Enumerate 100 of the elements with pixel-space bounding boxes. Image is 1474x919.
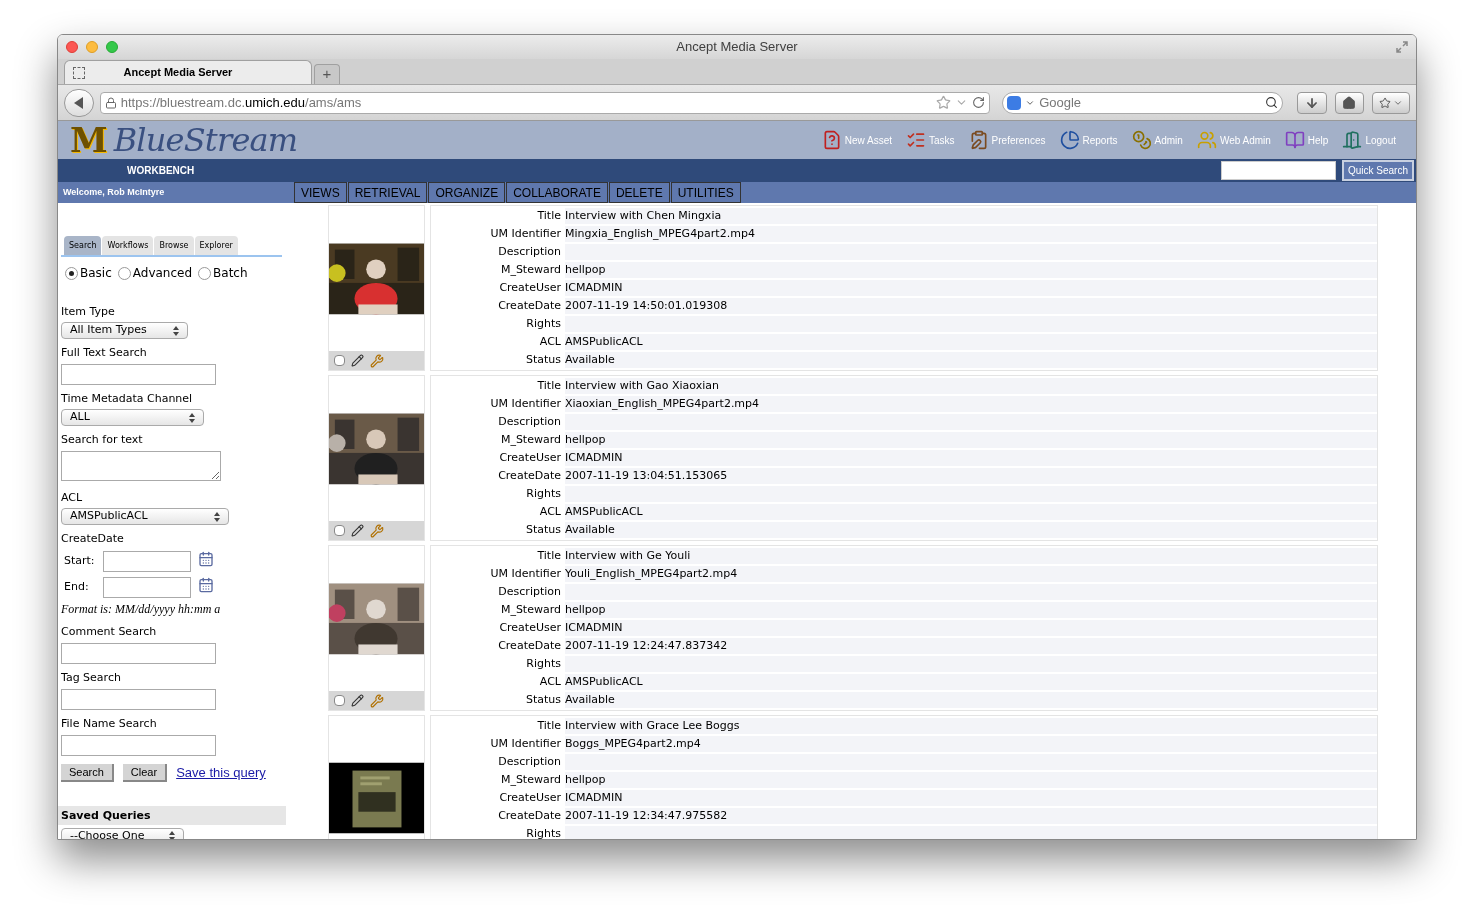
menu-tab[interactable]: ORGANIZE: [428, 182, 506, 203]
minimize-window-button[interactable]: [86, 41, 98, 53]
address-field[interactable]: https://bluestream.dc.umich.edu/ams/ams: [99, 91, 991, 114]
chart-icon: [1059, 130, 1080, 150]
fullscreen-icon[interactable]: [1396, 41, 1408, 53]
new-tab-button[interactable]: +: [314, 64, 340, 84]
dropdown[interactable]: ALL: [61, 409, 204, 426]
quick-search-field[interactable]: [1220, 161, 1336, 180]
metadata-value: hellpop: [565, 262, 1377, 278]
panel-tab[interactable]: Workflows: [102, 236, 154, 255]
text-field[interactable]: [61, 364, 216, 385]
text-field[interactable]: [61, 689, 216, 710]
menu-tab[interactable]: UTILITIES: [670, 182, 741, 203]
form-button[interactable]: Search: [61, 763, 114, 782]
dropdown[interactable]: AMSPublicACL: [61, 508, 229, 525]
quick-search-button[interactable]: Quick Search: [1341, 160, 1414, 181]
search-icon[interactable]: [1264, 96, 1278, 109]
download-icon: [1304, 95, 1319, 110]
panel-tab[interactable]: Explorer: [194, 236, 238, 255]
calendar-icon[interactable]: [198, 550, 214, 567]
zoom-window-button[interactable]: [106, 41, 118, 53]
pencil-icon[interactable]: [351, 524, 364, 537]
text-area[interactable]: [61, 451, 221, 481]
save-query-link[interactable]: Save this query: [176, 763, 266, 783]
logo-text: BlueStream: [113, 124, 298, 156]
metadata-label: Description: [497, 413, 562, 430]
metadata-label: Rights: [525, 315, 562, 332]
date-label: End:: [63, 579, 90, 596]
panel-tab[interactable]: Browse: [154, 236, 194, 255]
panel-tab[interactable]: Search: [64, 236, 102, 255]
checklist-icon: [906, 130, 926, 150]
metadata-value: Available: [565, 352, 1377, 368]
pencil-icon[interactable]: [351, 694, 364, 707]
metadata-label: M_Steward: [499, 601, 562, 618]
browser-tab[interactable]: Ancept Media Server: [64, 60, 312, 84]
wrench-icon[interactable]: [370, 353, 384, 368]
bookmarks-button[interactable]: [1372, 91, 1410, 114]
radio-button[interactable]: [117, 266, 131, 280]
close-window-button[interactable]: [66, 41, 78, 53]
metadata-value: ICMADMIN: [565, 450, 1377, 466]
metadata-label: M_Steward: [499, 431, 562, 448]
updown-arrows-icon: [173, 325, 179, 336]
metadata-value: Boggs_MPEG4part2.mp4: [565, 736, 1377, 752]
menu-tab[interactable]: DELETE: [608, 182, 670, 203]
date-field[interactable]: [103, 577, 191, 598]
calendar-icon[interactable]: [198, 576, 214, 593]
download-button[interactable]: [1296, 91, 1327, 114]
date-field[interactable]: [103, 551, 191, 572]
star-icon[interactable]: [936, 95, 952, 110]
radio-button[interactable]: [198, 266, 212, 280]
search-field[interactable]: Google: [1002, 91, 1283, 114]
door-icon: [1342, 130, 1363, 150]
select-checkbox[interactable]: [334, 695, 345, 706]
metadata-label: CreateUser: [498, 619, 562, 636]
metadata-value: hellpop: [565, 772, 1377, 788]
updown-arrows-icon: [169, 831, 175, 839]
search-engine-icon[interactable]: [1007, 95, 1022, 110]
menu-tab[interactable]: VIEWS: [294, 182, 347, 203]
metadata-value: Available: [565, 522, 1377, 538]
dropdown[interactable]: --Choose One: [61, 827, 184, 839]
window-title: Ancept Media Server: [675, 38, 799, 57]
wrench-icon[interactable]: [370, 693, 384, 708]
metadata-label: Title: [536, 547, 562, 564]
reload-icon[interactable]: [972, 96, 986, 109]
metadata-label: CreateDate: [497, 637, 562, 654]
metadata-value: Interview with Gao Xiaoxian: [565, 378, 1377, 394]
menu-tab[interactable]: COLLABORATE: [506, 182, 608, 203]
metadata-label: ACL: [538, 673, 562, 690]
home-icon: [1342, 95, 1357, 110]
select-checkbox[interactable]: [334, 355, 345, 366]
metadata-label: Description: [497, 583, 562, 600]
metadata-label: Status: [524, 691, 562, 708]
text-field[interactable]: [61, 735, 216, 756]
wrench-icon[interactable]: [370, 523, 384, 538]
metadata-value: Xiaoxian_English_MPEG4part2.mp4: [565, 396, 1377, 412]
metadata-value: Interview with Ge Youli: [565, 548, 1377, 564]
metadata-label: CreateDate: [497, 297, 562, 314]
updown-arrows-icon: [189, 412, 195, 423]
field-label: ACL: [61, 490, 84, 506]
home-button[interactable]: [1334, 91, 1365, 114]
metadata-value: hellpop: [565, 602, 1377, 618]
page-icon: [73, 66, 85, 79]
dropdown[interactable]: All Item Types: [61, 322, 188, 339]
metadata-value: hellpop: [565, 432, 1377, 448]
metadata-value: Interview with Chen Mingxia: [565, 208, 1377, 224]
metadata-label: CreateUser: [498, 789, 562, 806]
text-field[interactable]: [61, 643, 216, 664]
metadata-label: Status: [524, 351, 562, 368]
radio-button[interactable]: [65, 266, 78, 280]
welcome-text: Welcome, Rob McIntyre: [62, 185, 166, 199]
lock-icon: [104, 96, 117, 109]
pencil-icon[interactable]: [351, 354, 364, 367]
radio-label: Basic: [80, 265, 112, 282]
metadata-value: Youli_English_MPEG4part2.mp4: [565, 566, 1377, 582]
back-button[interactable]: [64, 88, 94, 117]
menu-tab[interactable]: RETRIEVAL: [347, 182, 428, 203]
metadata-label: UM Identifier: [489, 735, 562, 752]
select-checkbox[interactable]: [334, 525, 345, 536]
coin-icon: [1131, 130, 1152, 150]
form-button[interactable]: Clear: [122, 763, 168, 782]
